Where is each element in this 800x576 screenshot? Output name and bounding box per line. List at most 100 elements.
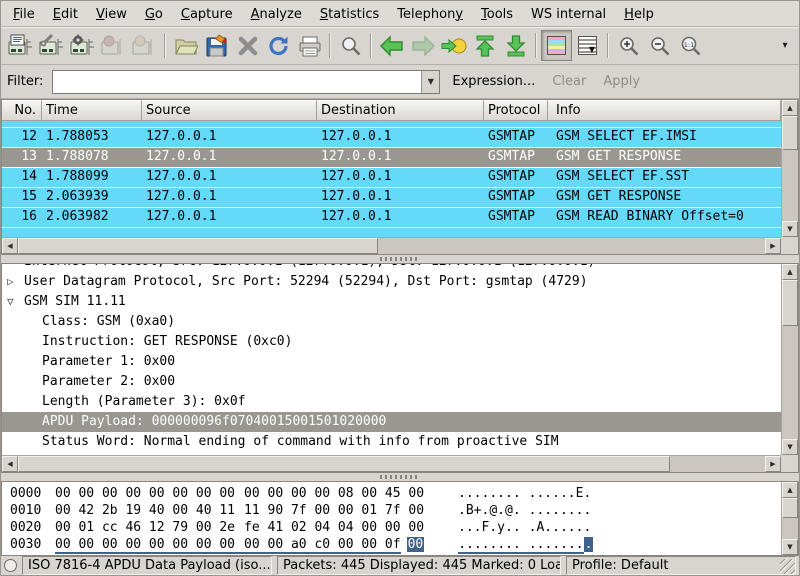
column-header-source[interactable]: Source [142, 100, 317, 121]
expander-collapsed-icon[interactable]: ▷ [7, 272, 14, 292]
menu-edit[interactable]: Edit [44, 3, 87, 25]
column-header-time[interactable]: Time [42, 100, 142, 121]
menu-statistics[interactable]: Statistics [311, 3, 388, 25]
auto-scroll-icon[interactable]: ▼ [572, 30, 603, 61]
window-resize-grip[interactable] [780, 559, 795, 574]
filter-dropdown-icon[interactable]: ▼ [421, 71, 439, 93]
close-capture-file-icon[interactable] [232, 30, 263, 61]
detail-row-class[interactable]: Class: GSM (0xa0) [2, 312, 781, 332]
expression-button[interactable]: Expression... [447, 71, 540, 92]
go-to-packet-icon[interactable] [438, 30, 469, 61]
zoom-out-icon[interactable] [644, 30, 675, 61]
packet-list-vscrollbar[interactable]: ▲ ▼ [781, 100, 798, 237]
cell-info: GSM SELECT EF.IMSI [548, 128, 781, 147]
vscroll-thumb[interactable] [782, 280, 798, 326]
menu-help[interactable]: Help [615, 3, 663, 25]
hscroll-thumb[interactable] [18, 456, 670, 472]
save-capture-file-icon[interactable] [201, 30, 232, 61]
toolbar-overflow-icon[interactable]: ▾ [775, 32, 795, 60]
capture-options-icon[interactable] [36, 30, 67, 61]
detail-row-length[interactable]: Length (Parameter 3): 0x0f [2, 392, 781, 412]
detail-row-parameter2[interactable]: Parameter 2: 0x00 [2, 372, 781, 392]
clear-button[interactable]: Clear [547, 71, 591, 92]
detail-row-apdu-payload-selected[interactable]: APDU Payload: 000000096f0704001500150102… [2, 412, 781, 432]
packet-list-hscrollbar[interactable]: ◀ ▶ [2, 237, 781, 254]
menu-go[interactable]: Go [136, 3, 172, 25]
packet-row-16[interactable]: 162.063982127.0.0.1127.0.0.1GSMTAPGSM RE… [2, 207, 781, 227]
detail-row-gsm-sim[interactable]: ▽GSM SIM 11.11 [2, 292, 781, 312]
go-to-top-icon[interactable] [469, 30, 500, 61]
packet-row-15[interactable]: 152.063939127.0.0.1127.0.0.1GSMTAPGSM GE… [2, 187, 781, 207]
hex-byte-selected[interactable]: 00 [407, 537, 425, 552]
packet-row-12[interactable]: 121.788053127.0.0.1127.0.0.1GSMTAPGSM SE… [2, 127, 781, 147]
capture-restart-icon[interactable] [129, 30, 160, 61]
colorize-packet-list-icon[interactable] [541, 30, 572, 61]
packet-row-13-selected[interactable]: 131.788078127.0.0.1127.0.0.1GSMTAPGSM GE… [2, 147, 781, 167]
hex-vscrollbar[interactable]: ▲ ▼ [781, 482, 798, 555]
hex-row-0030[interactable]: 003000 00 00 00 00 00 00 0000 00 a0 c0 0… [10, 536, 781, 553]
scroll-left-icon[interactable]: ◀ [2, 238, 18, 254]
menu-file[interactable]: File [4, 3, 44, 25]
detail-row-udp[interactable]: ▷User Datagram Protocol, Src Port: 52294… [2, 272, 781, 292]
menu-view[interactable]: View [87, 3, 136, 25]
detail-row-instruction[interactable]: Instruction: GET RESPONSE (0xc0) [2, 332, 781, 352]
scroll-up-icon[interactable]: ▲ [782, 264, 798, 280]
cell-destination: 127.0.0.1 [317, 168, 484, 187]
column-header-info[interactable]: Info [548, 100, 781, 121]
column-header-protocol[interactable]: Protocol [484, 100, 548, 121]
column-header-no[interactable]: No. [2, 100, 42, 121]
details-vscrollbar[interactable]: ▲ ▼ [781, 264, 798, 455]
scroll-right-icon[interactable]: ▶ [765, 456, 781, 472]
capture-start-icon[interactable] [67, 30, 98, 61]
menu-ws-internal[interactable]: WS internal [522, 3, 615, 25]
hex-row-0010[interactable]: 001000 42 2b 19 40 00 40 1111 90 7f 00 0… [10, 502, 781, 519]
go-to-bottom-icon[interactable] [500, 30, 531, 61]
hscroll-thumb[interactable] [18, 238, 378, 254]
vscroll-thumb[interactable] [782, 498, 798, 518]
go-back-icon[interactable] [376, 30, 407, 61]
list-interfaces-icon[interactable] [5, 30, 36, 61]
hex-bytes: 00 01 cc 46 12 79 00 2e [55, 520, 235, 535]
go-forward-icon[interactable] [407, 30, 438, 61]
detail-row-parameter1[interactable]: Parameter 1: 0x00 [2, 352, 781, 372]
scroll-down-icon[interactable]: ▼ [782, 539, 798, 555]
cell-protocol: GSMTAP [484, 168, 548, 187]
scroll-right-icon[interactable]: ▶ [765, 238, 781, 254]
normal-size-icon[interactable]: 1:1 [675, 30, 706, 61]
menu-tools[interactable]: Tools [472, 3, 522, 25]
pane-splitter[interactable] [1, 255, 799, 263]
scroll-up-icon[interactable]: ▲ [782, 482, 798, 498]
open-capture-file-icon[interactable] [170, 30, 201, 61]
filter-input[interactable] [53, 71, 421, 93]
cell-no: 16 [2, 208, 42, 227]
hex-row-0020[interactable]: 002000 01 cc 46 12 79 00 2efe 41 02 04 0… [10, 519, 781, 536]
menu-capture[interactable]: Capture [172, 3, 242, 25]
scroll-down-icon[interactable]: ▼ [782, 439, 798, 455]
menu-telephony[interactable]: Telephony [388, 3, 472, 25]
packet-row-11[interactable]: 111.787891127.0.0.1127.0.0.1GSMTAPGT [2, 121, 781, 127]
scroll-down-icon[interactable]: ▼ [782, 221, 798, 237]
capture-stop-icon[interactable] [98, 30, 129, 61]
details-hscrollbar[interactable]: ◀ ▶ [2, 455, 781, 472]
apply-button[interactable]: Apply [598, 71, 645, 92]
cell-source: 127.0.0.1 [142, 208, 317, 227]
menu-analyze[interactable]: Analyze [242, 3, 311, 25]
expander-expanded-icon[interactable]: ▽ [7, 292, 14, 312]
detail-row-ip[interactable]: Internet Protocol, Src: 127.0.0.1 (127.0… [2, 264, 781, 272]
expert-info-icon[interactable] [4, 559, 17, 572]
column-header-destination[interactable]: Destination [317, 100, 484, 121]
find-packet-icon[interactable] [335, 30, 366, 61]
print-icon[interactable] [294, 30, 325, 61]
scroll-left-icon[interactable]: ◀ [2, 456, 18, 472]
vscroll-thumb[interactable] [782, 116, 798, 150]
hex-ascii-selected[interactable]: . [584, 537, 594, 552]
zoom-in-icon[interactable] [613, 30, 644, 61]
hex-bytes: 11 90 7f 00 00 01 7f 00 [244, 503, 424, 518]
reload-capture-file-icon[interactable] [263, 30, 294, 61]
scroll-up-icon[interactable]: ▲ [782, 100, 798, 116]
hex-row-0000[interactable]: 000000 00 00 00 00 00 00 0000 00 00 00 0… [10, 485, 781, 502]
hex-bytes-field: 00 00 00 00 00 00 00 00 [55, 537, 235, 552]
detail-row-status-word[interactable]: Status Word: Normal ending of command wi… [2, 432, 781, 452]
packet-row-14[interactable]: 141.788099127.0.0.1127.0.0.1GSMTAPGSM SE… [2, 167, 781, 187]
pane-splitter[interactable] [1, 473, 799, 481]
